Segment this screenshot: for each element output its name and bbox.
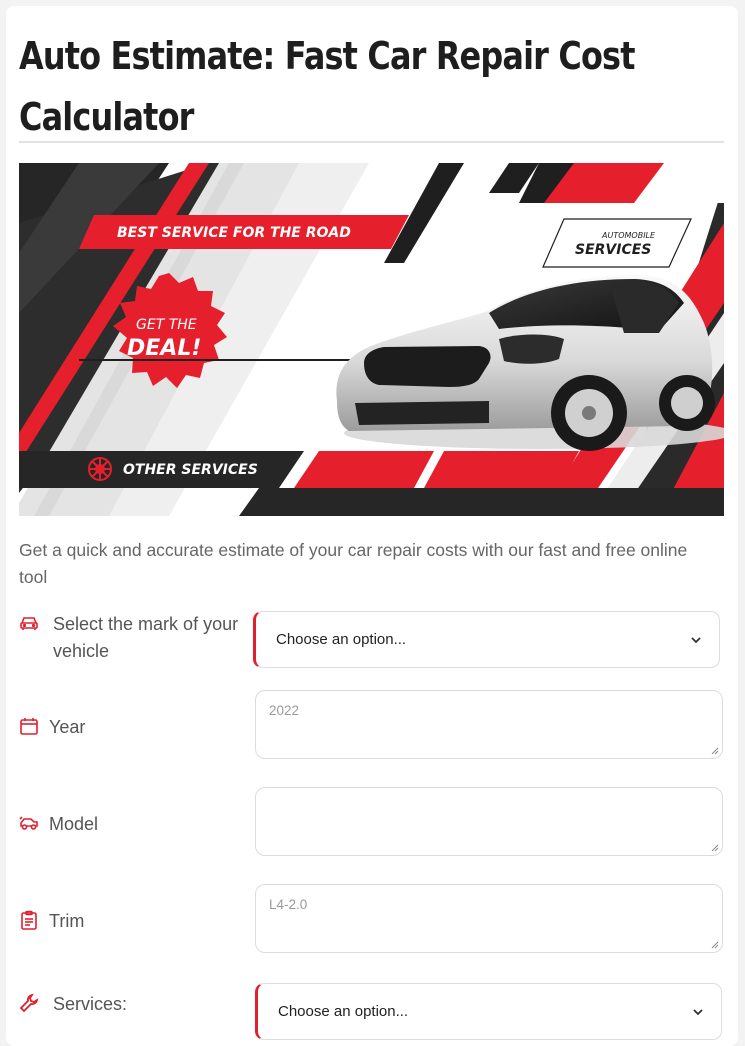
make-label-line-2: vehicle (53, 641, 110, 661)
intro-text: Get a quick and accurate estimate of you… (19, 540, 688, 587)
model-label-text: Model (49, 814, 99, 834)
make-select[interactable]: Choose an option... (253, 611, 720, 668)
resize-grip-icon[interactable] (711, 844, 719, 852)
page-title-line-1: Auto Estimate: Fast Car Repair Cost (19, 34, 635, 78)
resize-grip-icon[interactable] (711, 941, 719, 949)
banner-footer-text: OTHER SERVICES (123, 462, 258, 478)
services-select[interactable]: Choose an option... (255, 983, 722, 1040)
year-label: Year (19, 714, 85, 741)
model-label: Model (19, 811, 98, 838)
chevron-down-icon (691, 636, 701, 643)
trim-placeholder: L4-2.0 (269, 897, 308, 912)
services-label: Services: (19, 991, 127, 1018)
chevron-down-icon (693, 1008, 703, 1015)
banner-badge-line-1: GET THE (136, 317, 197, 333)
trim-input[interactable]: L4-2.0 (255, 884, 723, 953)
page-title-line-2: Calculator (19, 95, 194, 139)
year-label-text: Year (49, 717, 86, 737)
make-label: Select the mark of your vehicle (19, 611, 238, 665)
trim-label: Trim (19, 908, 84, 935)
trim-label-text: Trim (49, 911, 85, 931)
services-label-text: Services: (53, 994, 128, 1014)
car-icon (19, 613, 41, 635)
make-label-line-1: Select the mark of your (53, 614, 239, 634)
page-title: Auto Estimate: Fast Car Repair Cost Calcu… (19, 26, 635, 148)
title-divider (19, 141, 724, 143)
banner-badge-line-2: DEAL! (127, 336, 201, 361)
promo-banner: BEST SERVICE FOR THE ROAD AUTOMOBILE SER… (19, 163, 724, 516)
resize-grip-icon[interactable] (711, 747, 719, 755)
services-select-value: Choose an option... (278, 1003, 409, 1020)
banner-tag-small: AUTOMOBILE (601, 231, 656, 240)
banner-tag-large: SERVICES (575, 242, 651, 258)
year-input[interactable]: 2022 (255, 690, 723, 759)
model-input[interactable] (255, 787, 723, 856)
calendar-icon (19, 716, 41, 738)
clipboard-icon (19, 910, 41, 932)
year-placeholder: 2022 (269, 703, 300, 718)
wrench-icon (19, 993, 41, 1015)
car-side-icon (19, 813, 41, 835)
banner-headline: BEST SERVICE FOR THE ROAD (117, 225, 351, 241)
make-select-value: Choose an option... (276, 631, 407, 648)
